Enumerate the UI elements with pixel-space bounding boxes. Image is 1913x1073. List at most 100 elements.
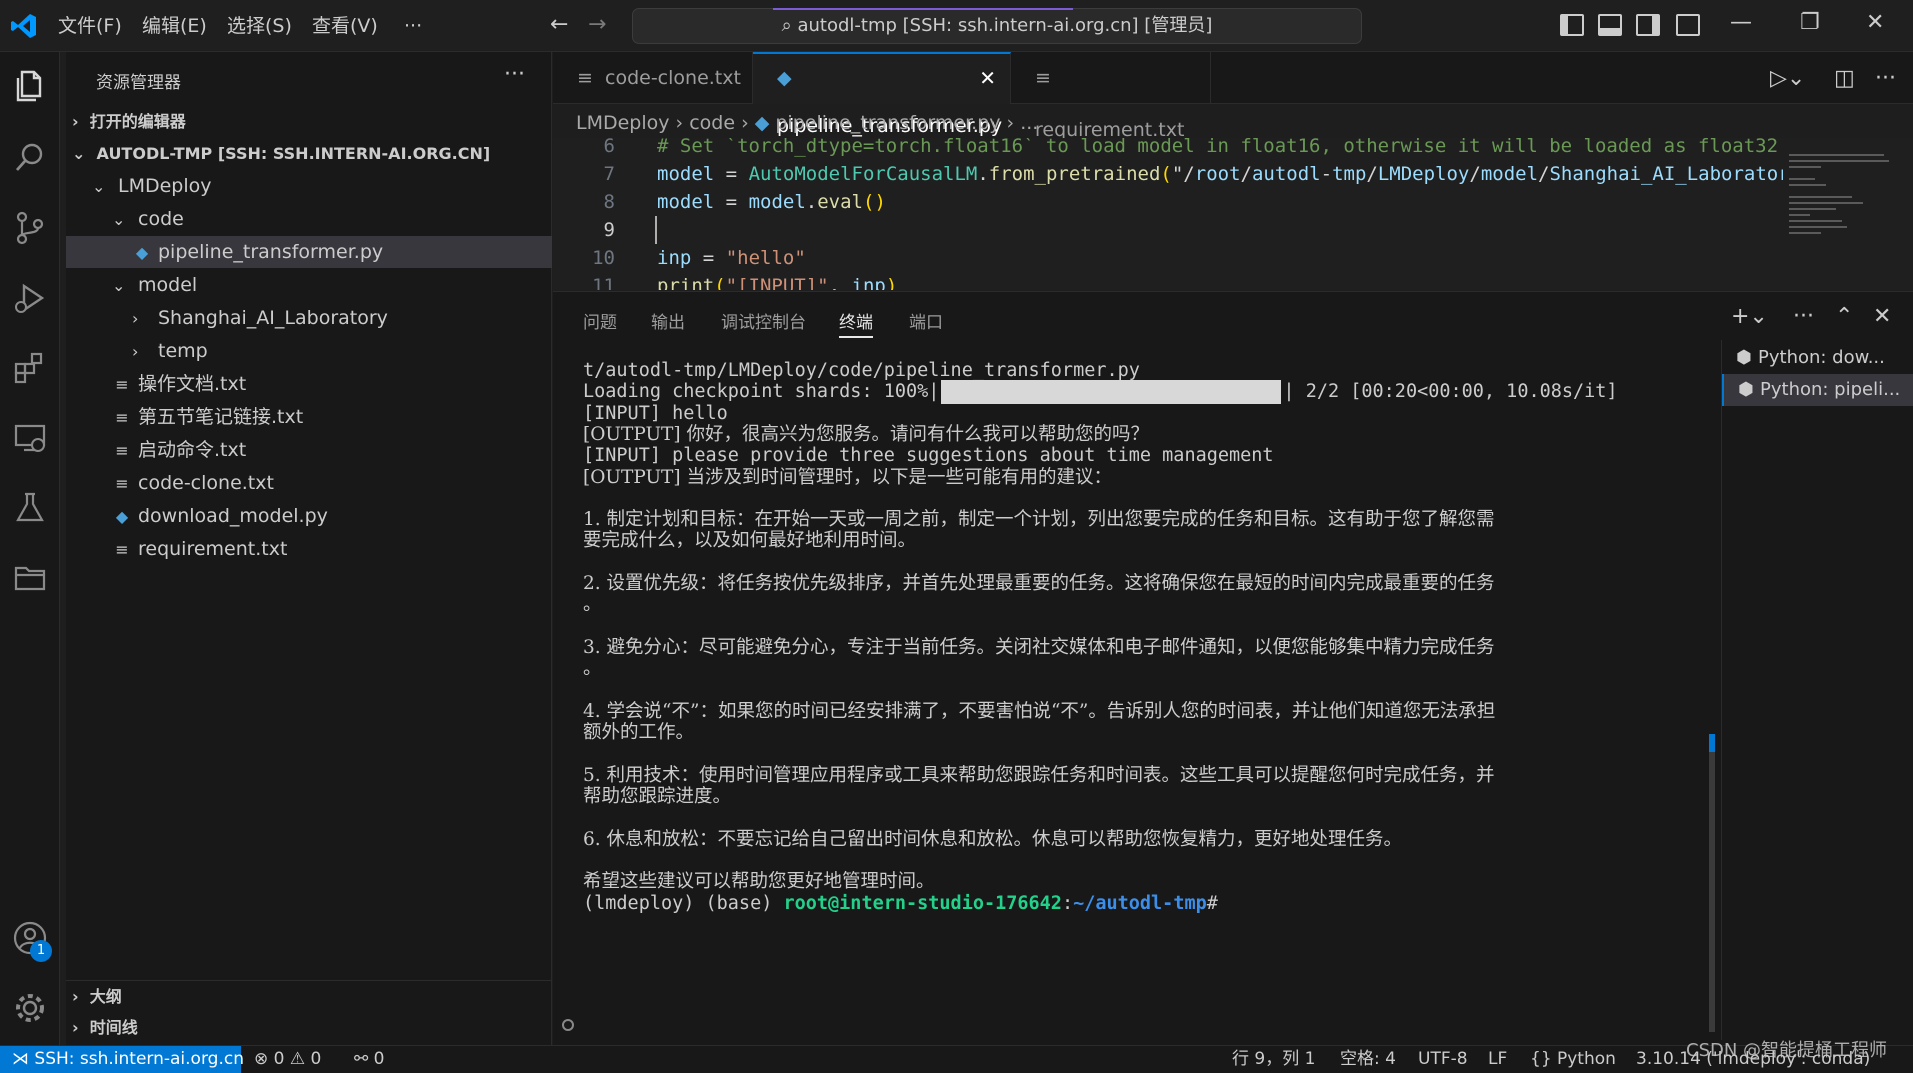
minimize-icon[interactable]: —: [1730, 10, 1752, 35]
menu-view[interactable]: 查看(V): [312, 12, 378, 40]
toggle-primary-sidebar-icon[interactable]: [1560, 14, 1584, 36]
run-file-icon[interactable]: ▷⌄: [1770, 66, 1805, 91]
tree-item[interactable]: ≡ requirement.txt: [66, 533, 552, 565]
tree-item[interactable]: ≡ 启动命令.txt: [66, 434, 552, 466]
workspace-section[interactable]: ⌄ AUTODL-TMP [SSH: SSH.INTERN-AI.ORG.CN]: [66, 138, 552, 170]
tree-item[interactable]: ⌄ model: [66, 269, 552, 301]
tab-code-clone[interactable]: ≡ code-clone.txt: [553, 52, 753, 104]
breadcrumb-separator: ›: [735, 112, 755, 134]
customize-layout-icon[interactable]: [1676, 14, 1700, 36]
tree-item[interactable]: ≡ code-clone.txt: [66, 467, 552, 499]
close-panel-icon[interactable]: ✕: [1873, 304, 1891, 329]
terminal-item[interactable]: ⬢ Python: pipeli...: [1722, 374, 1913, 406]
vscode-logo-icon: [11, 14, 36, 38]
command-center[interactable]: ⌕ autodl-tmp [SSH: ssh.intern-ai.org.cn]…: [632, 8, 1362, 44]
source-control-icon[interactable]: [10, 208, 50, 248]
prompt-segment: (lmdeploy) (base): [583, 892, 784, 914]
testing-icon[interactable]: [10, 488, 50, 528]
cursor-position[interactable]: 行 9，列 1: [1232, 1046, 1315, 1073]
terminal-line: [OUTPUT] 当涉及到时间管理时，以下是一些可能有用的建议：: [583, 466, 1112, 488]
breadcrumb-item[interactable]: LMDeploy: [576, 112, 670, 134]
search-icon[interactable]: [10, 138, 50, 178]
tree-item[interactable]: ◆ pipeline_transformer.py: [66, 236, 552, 268]
menu-edit[interactable]: 编辑(E): [142, 12, 207, 40]
breadcrumb-item[interactable]: ...: [1020, 112, 1038, 134]
ports-indicator[interactable]: ⚯ 0: [354, 1046, 384, 1073]
restore-icon[interactable]: ❐: [1800, 10, 1820, 35]
minimap[interactable]: [1783, 138, 1913, 290]
code-editor[interactable]: 6 # Set `torch_dtype=torch.float16` to lo…: [553, 138, 1783, 290]
tree-item[interactable]: ⌄ LMDeploy: [66, 170, 552, 202]
back-arrow-icon[interactable]: ←: [550, 12, 568, 37]
cube-icon: ⬢: [1738, 379, 1754, 400]
maximize-panel-icon[interactable]: ⌃: [1835, 304, 1853, 329]
terminal-item[interactable]: ⬢ Python: dow...: [1722, 342, 1913, 374]
tree-item-label: 启动命令.txt: [138, 439, 247, 461]
minimap-line: [1789, 178, 1815, 180]
code-line: 6 # Set `torch_dtype=torch.float16` to lo…: [553, 138, 1778, 160]
tab-problems[interactable]: 问题: [583, 308, 617, 338]
terminal-line: 帮助您跟踪进度。: [583, 786, 732, 807]
code-token: =: [702, 247, 715, 269]
folder-icon[interactable]: [10, 558, 50, 598]
run-debug-icon[interactable]: [10, 278, 50, 318]
menu-file[interactable]: 文件(F): [58, 12, 122, 40]
minimap-line: [1789, 196, 1852, 198]
tree-item[interactable]: ⌄ code: [66, 203, 552, 235]
tree-item[interactable]: ≡ 第五节笔记链接.txt: [66, 401, 552, 433]
new-terminal-icon[interactable]: +⌄: [1731, 304, 1768, 329]
tab-terminal[interactable]: 终端: [839, 308, 873, 338]
timeline-label: 时间线: [89, 1018, 138, 1037]
tree-item-label: code: [138, 208, 184, 230]
explorer-icon[interactable]: [10, 66, 50, 106]
tree-item-label: Shanghai_AI_Laboratory: [158, 307, 388, 329]
toggle-panel-icon[interactable]: [1598, 14, 1622, 36]
tab-pipeline-transformer[interactable]: ◆pipeline_transformer.py ✕: [753, 52, 1011, 137]
tree-item[interactable]: ≡ 操作文档.txt: [66, 368, 552, 400]
timeline-section[interactable]: › 时间线: [66, 1012, 552, 1044]
toggle-secondary-sidebar-icon[interactable]: [1636, 14, 1660, 36]
gear-icon[interactable]: [10, 988, 50, 1028]
language-mode[interactable]: Python: [1557, 1046, 1616, 1073]
sidebar-more-icon[interactable]: ···: [504, 62, 525, 87]
tab-requirement[interactable]: ≡requirement.txt: [1011, 52, 1211, 141]
breadcrumb-item[interactable]: code: [689, 112, 735, 134]
tab-debug-console[interactable]: 调试控制台: [721, 308, 806, 338]
breadcrumb-item[interactable]: pipeline_transformer.py: [775, 112, 1000, 134]
terminal-scrollbar[interactable]: [1709, 752, 1715, 1032]
split-editor-icon[interactable]: ◫: [1834, 66, 1855, 91]
chevron-right-icon: ›: [72, 1018, 90, 1037]
remote-explorer-icon[interactable]: [10, 418, 50, 458]
tree-item[interactable]: ◆ download_model.py: [66, 500, 552, 532]
command-decoration-icon[interactable]: [562, 1019, 574, 1031]
close-tab-icon[interactable]: ✕: [979, 54, 996, 102]
editor-more-icon[interactable]: ···: [1875, 66, 1896, 91]
tree-item[interactable]: › temp: [66, 335, 552, 367]
code-token: LMDeploy: [1377, 163, 1470, 185]
forward-arrow-icon[interactable]: →: [588, 12, 606, 37]
terminal-line: 要完成什么，以及如何最好地利用时间。: [583, 530, 917, 552]
encoding[interactable]: UTF-8: [1418, 1046, 1468, 1073]
tab-output[interactable]: 输出: [651, 308, 685, 338]
panel-more-icon[interactable]: ···: [1793, 304, 1814, 329]
menu-selection[interactable]: 选择(S): [227, 12, 292, 40]
code-token: (: [1160, 163, 1172, 185]
outline-section[interactable]: › 大纲: [66, 980, 552, 1012]
close-window-icon[interactable]: ✕: [1866, 10, 1884, 35]
problems-indicator[interactable]: ⊗ 0 ⚠ 0: [254, 1046, 321, 1073]
minimap-line: [1789, 226, 1847, 228]
indentation[interactable]: 空格: 4: [1340, 1046, 1396, 1073]
tab-ports[interactable]: 端口: [909, 308, 943, 338]
open-editors-section[interactable]: › 打开的编辑器: [66, 106, 552, 138]
code-line: 7 model = AutoModelForCausalLM.from_pretr…: [553, 160, 1783, 188]
tree-item[interactable]: › Shanghai_AI_Laboratory: [66, 302, 552, 334]
menu-more[interactable]: ···: [404, 12, 422, 40]
extensions-icon[interactable]: [10, 348, 50, 388]
code-text: model = AutoModelForCausalLM.from_pretra…: [657, 163, 1783, 185]
end-of-line[interactable]: LF: [1488, 1046, 1507, 1073]
terminal-output[interactable]: t/autodl-tmp/LMDeploy/code/pipeline_tran…: [583, 360, 1763, 1044]
terminal-line: 。: [583, 658, 602, 680]
tab-label: code-clone.txt: [605, 67, 741, 89]
remote-indicator[interactable]: ⋊ SSH: ssh.intern-ai.org.cn: [0, 1046, 244, 1073]
